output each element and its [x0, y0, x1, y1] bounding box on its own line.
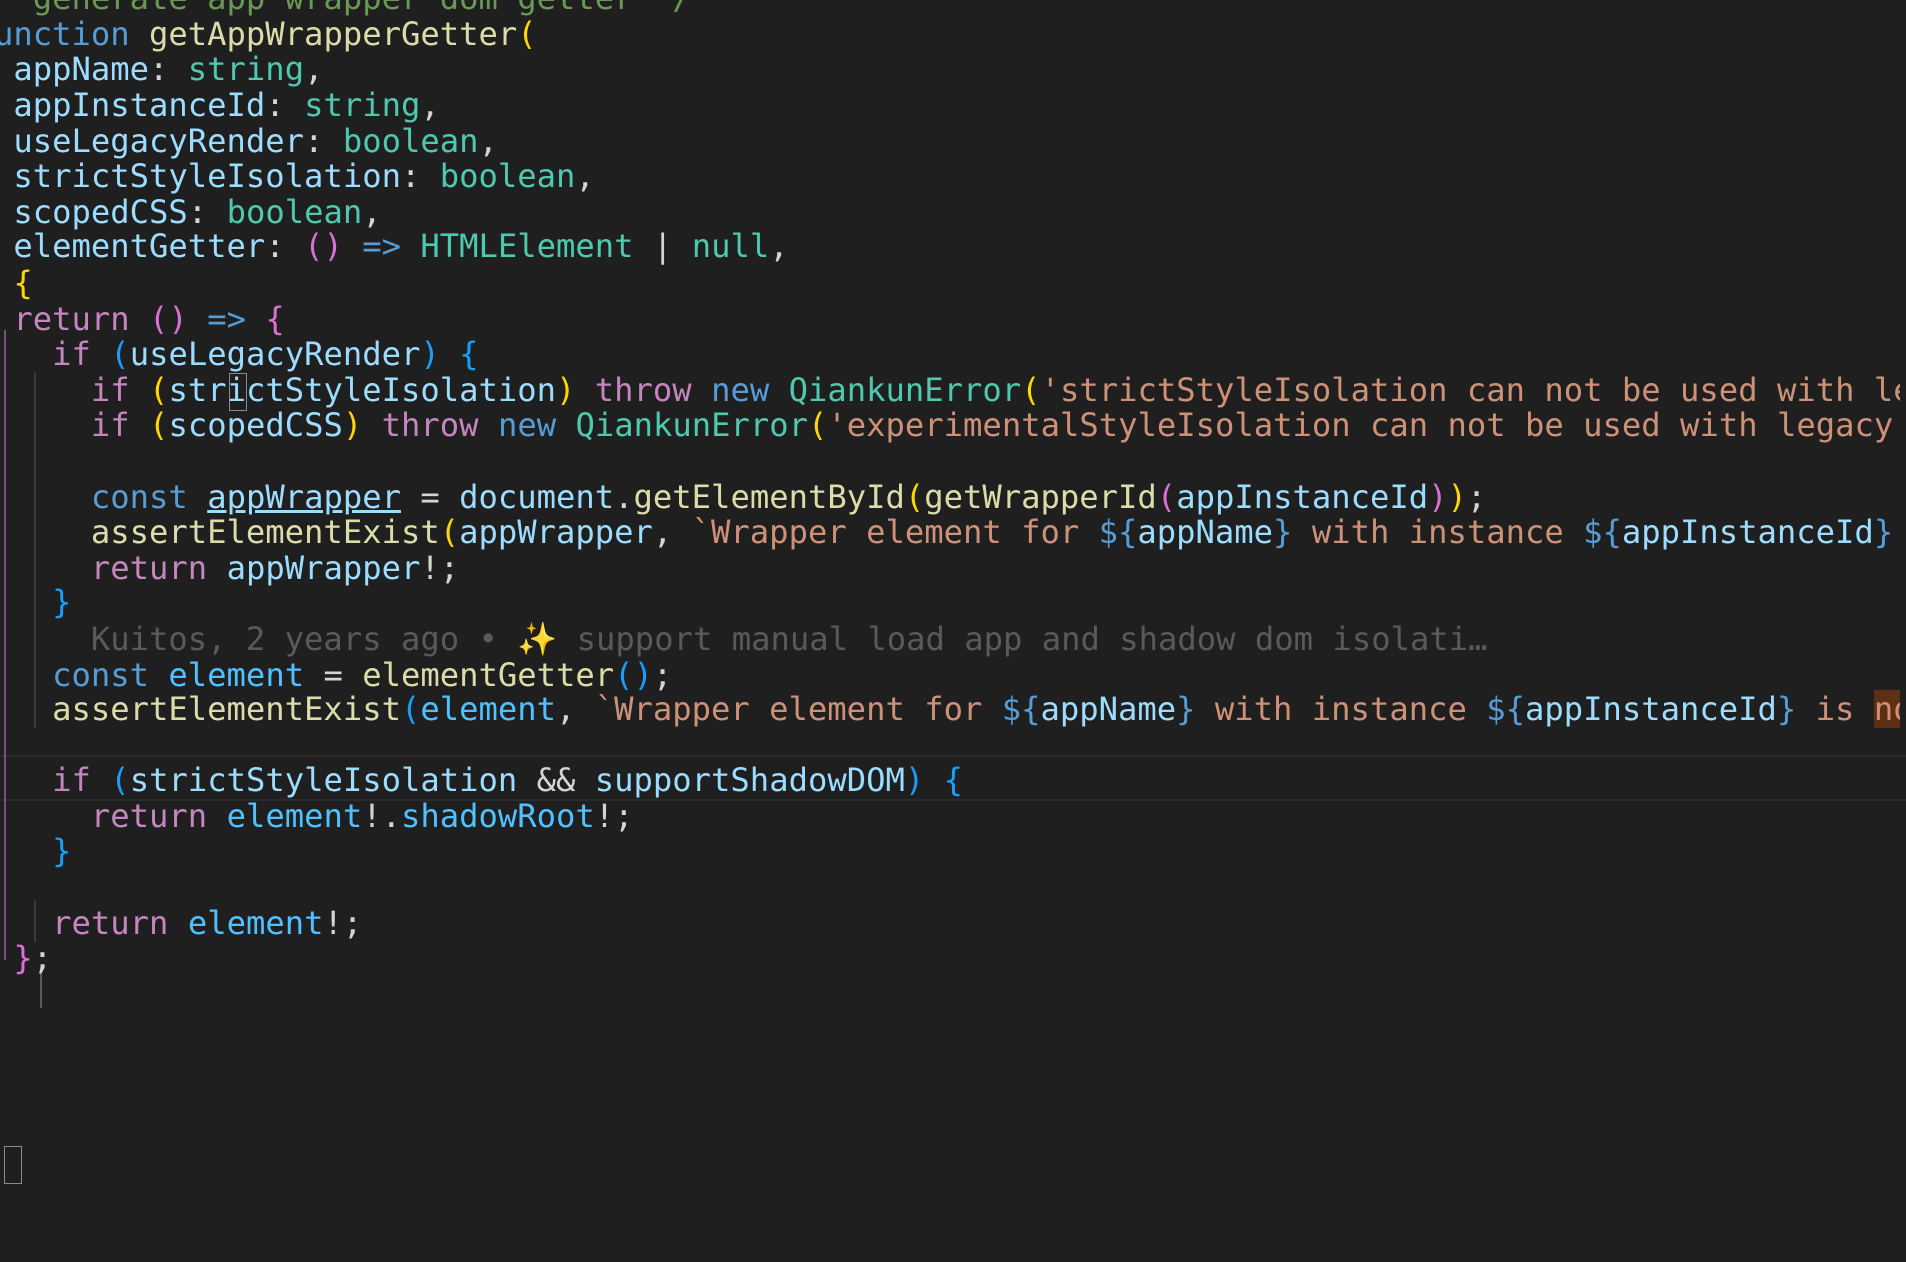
matching-bracket-close [4, 1146, 22, 1184]
code-token: , [769, 227, 789, 265]
code-token: ; [32, 939, 53, 977]
code-token: | [633, 227, 692, 265]
code-token: : [265, 227, 305, 265]
code-token: } [0, 583, 72, 621]
code-token: () [304, 227, 343, 265]
code-token: } [13, 939, 33, 977]
code-editor[interactable]: * generate app wrapper dom getter */unct… [0, 0, 1906, 1262]
code-token: => [362, 227, 401, 265]
code-token: null [691, 227, 770, 265]
code-line[interactable]: }; [0, 936, 1900, 980]
code-token: elementGetter [0, 227, 266, 265]
code-token: HTMLElement [420, 227, 634, 265]
matching-bracket-open [229, 373, 247, 411]
